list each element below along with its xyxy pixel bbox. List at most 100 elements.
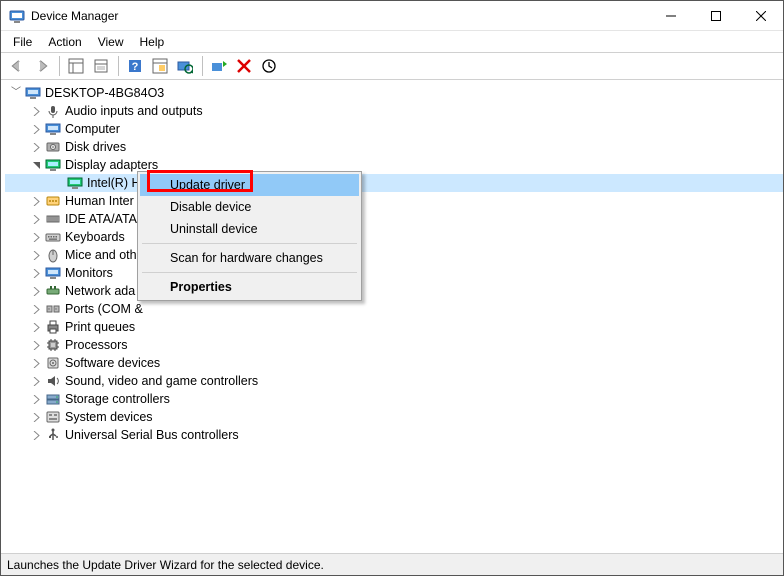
computer-icon: [25, 85, 41, 101]
scan-hardware-button[interactable]: [173, 54, 197, 78]
toolbar-separator: [202, 56, 203, 76]
tree-item[interactable]: Software devices: [5, 354, 783, 372]
monitor-icon: [45, 265, 61, 281]
menubar: File Action View Help: [1, 31, 783, 52]
maximize-button[interactable]: [693, 1, 738, 30]
cpu-icon: [45, 337, 61, 353]
menu-file[interactable]: File: [5, 33, 40, 51]
context-menu: Update driverDisable deviceUninstall dev…: [137, 171, 362, 301]
action-button[interactable]: [148, 54, 172, 78]
tree-item-label: IDE ATA/ATAF: [65, 210, 145, 228]
tree-item[interactable]: Ports (COM &: [5, 300, 783, 318]
tree-item[interactable]: Monitors: [5, 264, 783, 282]
tree-item-label: Disk drives: [65, 138, 126, 156]
storage-icon: [45, 391, 61, 407]
menu-separator: [142, 272, 357, 273]
expand-icon[interactable]: [29, 266, 43, 280]
expand-icon[interactable]: [29, 356, 43, 370]
uninstall-button[interactable]: [232, 54, 256, 78]
menu-help[interactable]: Help: [132, 33, 173, 51]
hid-icon: [45, 193, 61, 209]
tree-item-label: Keyboards: [65, 228, 125, 246]
statusbar: Launches the Update Driver Wizard for th…: [1, 553, 783, 575]
tree-item-label: Audio inputs and outputs: [65, 102, 203, 120]
tree-item[interactable]: Disk drives: [5, 138, 783, 156]
help-button[interactable]: ?: [123, 54, 147, 78]
ide-icon: [45, 211, 61, 227]
expand-icon[interactable]: [29, 122, 43, 136]
context-menu-item[interactable]: Uninstall device: [140, 218, 359, 240]
properties-button[interactable]: [89, 54, 113, 78]
tree-item-label: Network ada: [65, 282, 135, 300]
expand-icon[interactable]: [29, 410, 43, 424]
tree-item[interactable]: Mice and oth: [5, 246, 783, 264]
expand-icon[interactable]: [29, 212, 43, 226]
tree-item[interactable]: Sound, video and game controllers: [5, 372, 783, 390]
tree-item[interactable]: Display adapters: [5, 156, 783, 174]
context-menu-item[interactable]: Scan for hardware changes: [140, 247, 359, 269]
expand-icon[interactable]: [29, 140, 43, 154]
expand-icon[interactable]: [29, 194, 43, 208]
sound-icon: [45, 373, 61, 389]
expand-icon[interactable]: [29, 392, 43, 406]
tree-item[interactable]: IDE ATA/ATAF: [5, 210, 783, 228]
close-button[interactable]: [738, 1, 783, 30]
expand-icon[interactable]: [29, 248, 43, 262]
expand-icon[interactable]: [29, 338, 43, 352]
menu-action[interactable]: Action: [40, 33, 89, 51]
context-menu-item[interactable]: Disable device: [140, 196, 359, 218]
mouse-icon: [45, 247, 61, 263]
tree-item-label: System devices: [65, 408, 153, 426]
tree-item[interactable]: Print queues: [5, 318, 783, 336]
tree-item[interactable]: Intel(R) HD Graphics 4600: [5, 174, 783, 192]
expand-icon[interactable]: [29, 428, 43, 442]
tree-item-label: Human Inter: [65, 192, 134, 210]
toolbar-separator: [118, 56, 119, 76]
tree-item[interactable]: Storage controllers: [5, 390, 783, 408]
expander-icon[interactable]: ﹀: [9, 86, 23, 100]
software-icon: [45, 355, 61, 371]
spacer: [51, 176, 65, 190]
expand-icon[interactable]: [29, 302, 43, 316]
show-hide-tree-button[interactable]: [64, 54, 88, 78]
computer-icon: [45, 121, 61, 137]
toolbar-separator: [59, 56, 60, 76]
expand-icon[interactable]: [29, 104, 43, 118]
tree-item[interactable]: Network ada: [5, 282, 783, 300]
menu-view[interactable]: View: [90, 33, 132, 51]
tree-content[interactable]: ﹀ DESKTOP-4BG84O3 Audio inputs and outpu…: [1, 80, 783, 553]
menu-separator: [142, 243, 357, 244]
tree-item[interactable]: Processors: [5, 336, 783, 354]
titlebar[interactable]: Device Manager: [1, 1, 783, 31]
collapse-icon[interactable]: [29, 158, 43, 172]
expand-icon[interactable]: [29, 284, 43, 298]
tree-item[interactable]: Human Inter: [5, 192, 783, 210]
tree-root[interactable]: ﹀ DESKTOP-4BG84O3: [5, 84, 783, 102]
network-icon: [45, 283, 61, 299]
tree-item[interactable]: Universal Serial Bus controllers: [5, 426, 783, 444]
app-icon: [9, 8, 25, 24]
audio-icon: [45, 103, 61, 119]
minimize-button[interactable]: [648, 1, 693, 30]
context-menu-item[interactable]: Update driver: [140, 174, 359, 196]
tree-item[interactable]: System devices: [5, 408, 783, 426]
keyboard-icon: [45, 229, 61, 245]
tree-root-label: DESKTOP-4BG84O3: [45, 84, 164, 102]
context-menu-item[interactable]: Properties: [140, 276, 359, 298]
device-tree[interactable]: ﹀ DESKTOP-4BG84O3 Audio inputs and outpu…: [5, 84, 783, 444]
expand-icon[interactable]: [29, 230, 43, 244]
usb-icon: [45, 427, 61, 443]
tree-item[interactable]: Computer: [5, 120, 783, 138]
tree-item[interactable]: Keyboards: [5, 228, 783, 246]
tree-item-label: Monitors: [65, 264, 113, 282]
display-icon: [67, 175, 83, 191]
forward-button[interactable]: [30, 54, 54, 78]
back-button[interactable]: [5, 54, 29, 78]
device-manager-window: Device Manager File Action View Help ? ﹀: [0, 0, 784, 576]
update-driver-button[interactable]: [207, 54, 231, 78]
expand-icon[interactable]: [29, 374, 43, 388]
disable-button[interactable]: [257, 54, 281, 78]
expand-icon[interactable]: [29, 320, 43, 334]
tree-item-label: Mice and oth: [65, 246, 137, 264]
tree-item[interactable]: Audio inputs and outputs: [5, 102, 783, 120]
